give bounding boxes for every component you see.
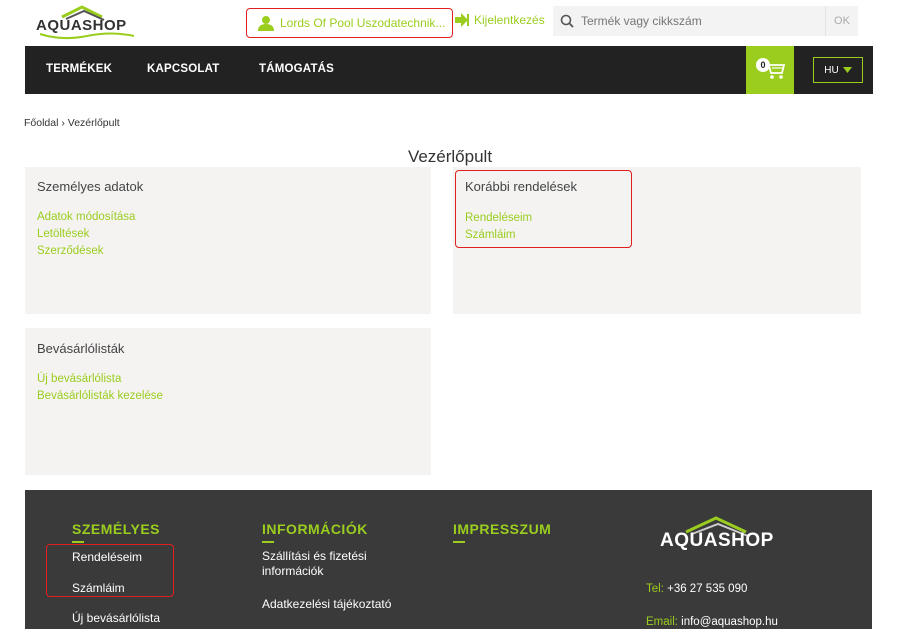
- heading-underline: [453, 541, 465, 543]
- search-input[interactable]: [581, 14, 821, 28]
- search-ok-button[interactable]: OK: [825, 6, 858, 36]
- top-bar: AQUASHOP Lords Of Pool Uszodatechnik... …: [0, 0, 900, 46]
- logout-icon: [455, 13, 469, 27]
- footer-heading-personal: SZEMÉLYES: [72, 521, 161, 543]
- card-title: Bevásárlólisták: [37, 341, 125, 356]
- footer-heading-info: INFORMÁCIÓK: [262, 521, 368, 543]
- card-title: Személyes adatok: [37, 179, 144, 194]
- phone-label: Tel:: [646, 583, 664, 595]
- footer-phone: Tel: +36 27 535 090: [646, 583, 747, 595]
- link-manage-shopping-lists[interactable]: Bevásárlólisták kezelése: [37, 390, 163, 402]
- cart-count-badge: 0: [756, 58, 770, 72]
- card-personal-data: Személyes adatok Adatok módosítása Letöl…: [25, 167, 431, 314]
- cart-button[interactable]: 0: [746, 46, 794, 94]
- logout-link[interactable]: Kijelentkezés: [454, 12, 545, 28]
- breadcrumb[interactable]: Főoldal › Vezérlőpult: [24, 117, 120, 129]
- caret-down-icon: [842, 67, 852, 73]
- footer-heading-text: INFORMÁCIÓK: [262, 521, 368, 537]
- footer-link-shipping[interactable]: Szállítási és fizetési információk: [262, 549, 412, 579]
- footer-email: Email: info@aquashop.hu: [646, 616, 778, 628]
- link-new-shopping-list[interactable]: Új bevásárlólista: [37, 373, 121, 385]
- footer-heading-text: IMPRESSZUM: [453, 521, 552, 537]
- page-title: Vezérlőpult: [407, 147, 493, 166]
- nav-item-kapcsolat[interactable]: KAPCSOLAT: [147, 63, 220, 75]
- link-downloads[interactable]: Letöltések: [37, 228, 89, 240]
- footer-logo-text: AQUASHOP: [660, 530, 774, 551]
- phone-value[interactable]: +36 27 535 090: [667, 583, 747, 595]
- nav-item-tamogatas[interactable]: TÁMOGATÁS: [259, 63, 334, 75]
- footer-heading-impressum: IMPRESSZUM: [453, 521, 552, 543]
- footer-heading-text: SZEMÉLYES: [72, 521, 161, 537]
- logo-text: AQUASHOP: [36, 17, 127, 34]
- card-shopping-lists: Bevásárlólisták Új bevásárlólista Bevásá…: [25, 328, 431, 475]
- heading-underline: [72, 541, 84, 543]
- link-edit-data[interactable]: Adatok módosítása: [37, 211, 135, 223]
- search-bar: OK: [553, 6, 858, 36]
- user-account-link[interactable]: Lords Of Pool Uszodatechnik...: [246, 8, 453, 38]
- user-icon: [258, 16, 274, 31]
- highlight-box: [46, 544, 174, 597]
- footer-link-privacy[interactable]: Adatkezelési tájékoztató: [262, 597, 391, 611]
- logo[interactable]: AQUASHOP: [32, 3, 142, 43]
- language-select[interactable]: HU: [813, 57, 863, 83]
- heading-underline: [262, 541, 274, 543]
- highlight-box: [455, 170, 632, 248]
- language-value: HU: [824, 64, 839, 76]
- nav-item-termekek[interactable]: TERMÉKEK: [46, 63, 112, 75]
- email-value[interactable]: info@aquashop.hu: [681, 616, 778, 628]
- email-label: Email:: [646, 616, 678, 628]
- link-contracts[interactable]: Szerződések: [37, 245, 103, 257]
- logout-label: Kijelentkezés: [474, 13, 545, 27]
- footer-link-new-shopping-list[interactable]: Új bevásárlólista: [72, 611, 160, 625]
- user-name: Lords Of Pool Uszodatechnik...: [280, 16, 446, 30]
- search-icon: [553, 14, 581, 28]
- footer-logo: AQUASHOP: [638, 514, 798, 558]
